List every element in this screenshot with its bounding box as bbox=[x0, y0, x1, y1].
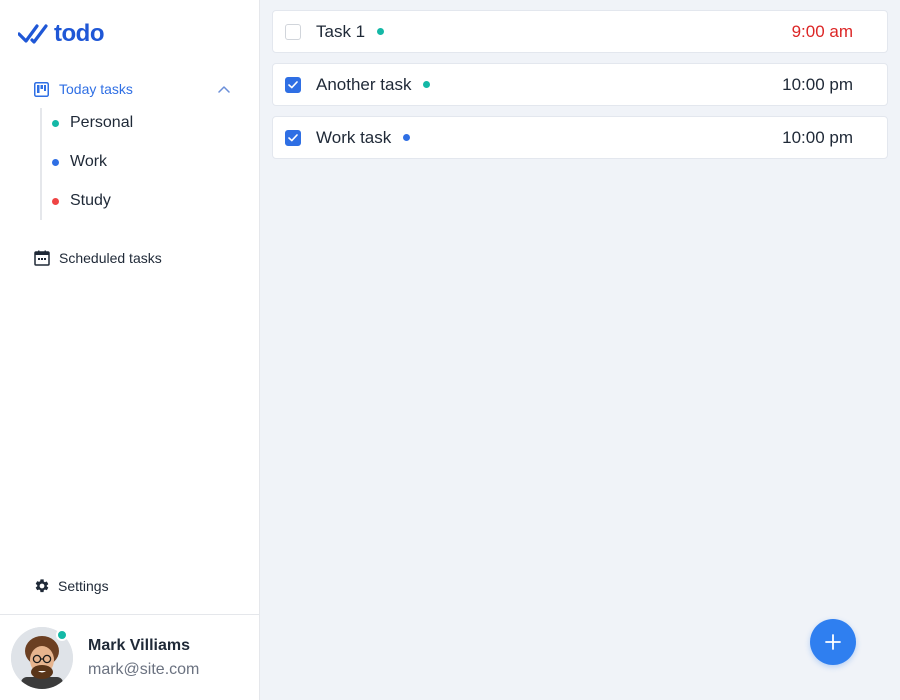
sidebar-item-work[interactable]: Work bbox=[52, 147, 212, 177]
plus-icon bbox=[825, 634, 841, 650]
sidebar-item-scheduled-tasks[interactable]: Scheduled tasks bbox=[34, 248, 162, 268]
task-checkbox[interactable] bbox=[285, 129, 301, 146]
category-list: Personal Work Study bbox=[40, 108, 220, 220]
category-dot bbox=[403, 134, 411, 141]
task-row[interactable]: Another task 10:00 pm bbox=[272, 63, 888, 106]
task-checkbox[interactable] bbox=[285, 76, 301, 93]
sidebar-item-label: Today tasks bbox=[59, 81, 133, 97]
task-row[interactable]: Work task 10:00 pm bbox=[272, 116, 888, 159]
task-title-text: Another task bbox=[316, 74, 412, 94]
sidebar-item-today-tasks[interactable]: Today tasks bbox=[34, 78, 230, 100]
category-label: Study bbox=[70, 192, 111, 209]
category-label: Work bbox=[70, 153, 108, 170]
board-icon bbox=[34, 81, 49, 97]
user-email: mark@site.com bbox=[88, 661, 200, 678]
task-title-text: Work task bbox=[316, 127, 392, 147]
sidebar: todo Today tasks Personal Work Study Sch… bbox=[0, 0, 260, 700]
online-status-indicator bbox=[56, 629, 68, 641]
double-check-icon bbox=[18, 24, 48, 44]
category-dot bbox=[423, 81, 431, 88]
task-checkbox[interactable] bbox=[285, 23, 301, 40]
app-logo[interactable]: todo bbox=[18, 20, 104, 48]
calendar-icon bbox=[34, 250, 50, 266]
sidebar-item-personal[interactable]: Personal bbox=[52, 108, 212, 138]
task-time: 10:00 pm bbox=[782, 127, 853, 147]
task-title: Task 1 bbox=[316, 21, 385, 42]
checkmark-icon bbox=[288, 133, 298, 141]
sidebar-item-label: Scheduled tasks bbox=[59, 250, 162, 266]
checkmark-icon bbox=[288, 80, 298, 88]
app-logo-text: todo bbox=[54, 20, 104, 47]
sidebar-item-label: Settings bbox=[58, 578, 109, 594]
add-task-button[interactable] bbox=[810, 619, 856, 665]
task-title: Another task bbox=[316, 74, 431, 95]
gear-icon bbox=[35, 579, 49, 593]
user-name: Mark Villiams bbox=[88, 637, 190, 654]
task-title: Work task bbox=[316, 127, 411, 148]
category-dot bbox=[52, 197, 59, 205]
category-dot bbox=[52, 158, 59, 166]
sidebar-item-study[interactable]: Study bbox=[52, 186, 212, 216]
category-dot bbox=[52, 119, 59, 127]
task-time: 9:00 am bbox=[791, 21, 853, 41]
sidebar-item-settings[interactable]: Settings bbox=[34, 576, 109, 596]
task-row[interactable]: Task 1 9:00 am bbox=[272, 10, 888, 53]
user-profile[interactable]: Mark Villiams mark@site.com bbox=[0, 614, 260, 700]
task-time: 10:00 pm bbox=[782, 74, 853, 94]
category-dot bbox=[377, 28, 385, 35]
category-label: Personal bbox=[70, 114, 134, 131]
task-title-text: Task 1 bbox=[316, 21, 366, 41]
chevron-up-icon[interactable] bbox=[218, 85, 230, 93]
